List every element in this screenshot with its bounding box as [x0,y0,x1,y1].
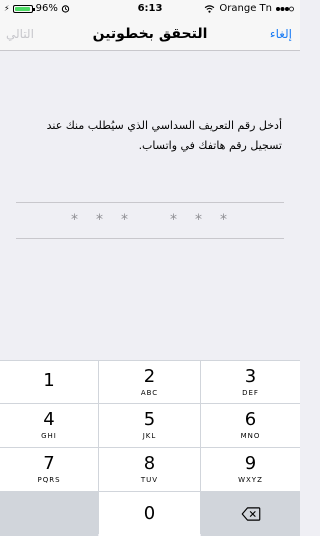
key-2[interactable]: 2 ABC [99,361,200,403]
status-right: Orange Tn [204,3,296,14]
pin-digit-5: * [195,212,204,228]
key-7[interactable]: 7 PQRS [0,448,98,491]
key-6[interactable]: 6 MNO [201,404,300,447]
key-5[interactable]: 5 JKL [99,404,200,447]
pin-digit-4: * [170,212,179,228]
key-3[interactable]: 3 DEF [201,361,300,403]
page-title: التحقق بخطوتين [92,26,208,42]
key-9[interactable]: 9 WXYZ [201,448,300,491]
pin-digit-1: * [71,212,80,228]
pin-digit-6: * [220,212,229,228]
backspace-icon [241,507,260,521]
pin-digit-3: * [121,212,130,228]
numeric-keypad: 1 2 ABC 3 DEF 4 GHI 5 JKL 6 MNO 7 PQRS 8 TUV 9W… [0,360,300,536]
navigation-bar: التالي التحقق بخطوتين إلغاء [0,18,300,51]
code-bottom-divider [16,238,284,239]
signal-icon [276,6,294,11]
carrier-name: Orange Tn [219,3,272,14]
cancel-button[interactable]: إلغاء [270,27,292,41]
key-8[interactable]: 8 TUV [99,448,200,491]
pin-digit-2: * [96,212,105,228]
backspace-key[interactable] [201,492,300,536]
key-4[interactable]: 4 GHI [0,404,98,447]
status-bar: ⚡ 96% 6:13 Orange Tn [0,0,300,18]
key-0[interactable]: 0 [99,492,200,536]
wifi-icon [205,4,215,13]
key-1[interactable]: 1 [0,361,98,403]
keypad-blank [0,492,98,536]
instruction-text: أدخل رقم التعريف السداسي الذي سيُطلب منك… [46,119,282,152]
code-top-divider [16,202,284,203]
pin-code-field[interactable]: * * * * * * [0,212,300,228]
